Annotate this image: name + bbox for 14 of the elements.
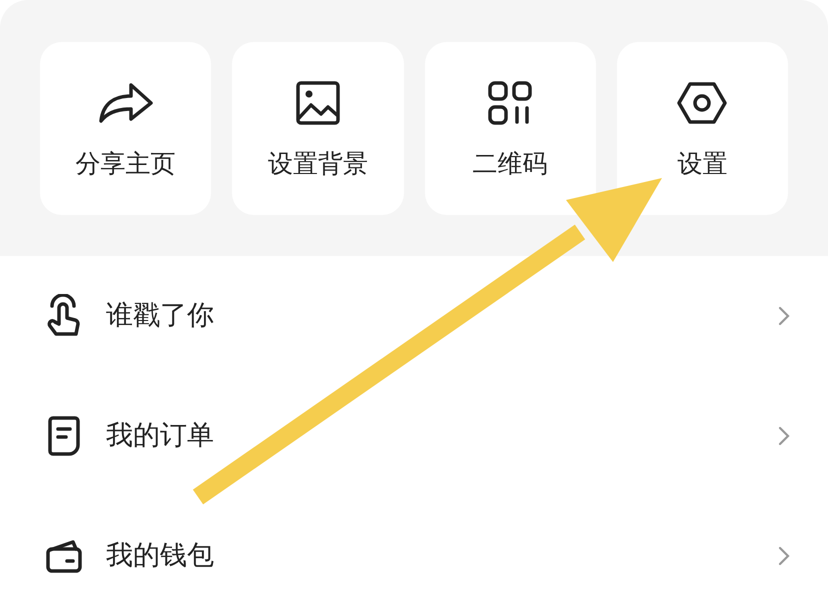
finger-tap-icon <box>46 294 82 338</box>
quick-action-tile[interactable]: 二维码 <box>424 42 596 215</box>
image-icon <box>294 80 341 126</box>
chevron-right-icon <box>778 306 790 326</box>
chevron-right-icon <box>778 546 790 566</box>
share-arrow-icon <box>96 81 155 125</box>
document-icon <box>46 415 82 457</box>
chevron-right-icon <box>778 426 790 446</box>
wallet-icon <box>45 538 83 574</box>
qr-code-icon <box>487 80 534 126</box>
quick-action-tile[interactable]: 设置背景 <box>232 42 404 215</box>
settings-icon <box>676 80 728 126</box>
quick-action-tile[interactable]: 分享主页 <box>40 42 212 215</box>
quick-action-tile[interactable]: 设置 <box>616 42 788 215</box>
